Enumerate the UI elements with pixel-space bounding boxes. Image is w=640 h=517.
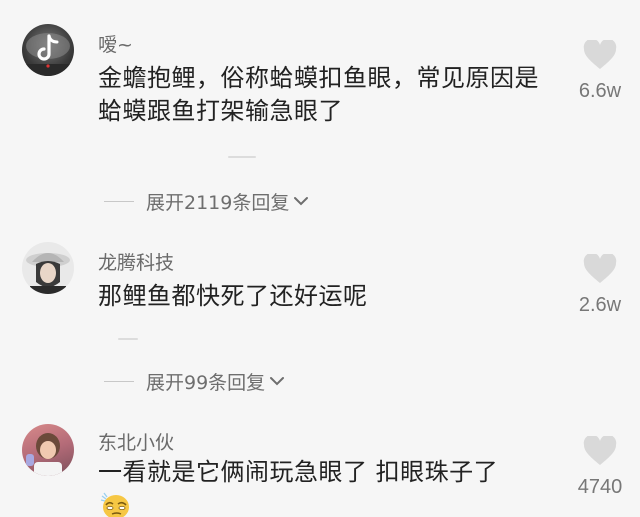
smirk-emoji-icon xyxy=(100,492,129,517)
comment-text: 一看就是它俩闹玩急眼了 扣眼珠子了 xyxy=(98,458,499,486)
expand-replies-label: 展开2119条回复 xyxy=(146,191,290,214)
reply-indent-line xyxy=(104,200,134,202)
expand-replies-label: 展开99条回复 xyxy=(146,371,266,394)
heart-icon xyxy=(583,254,617,283)
person-photo-icon xyxy=(26,433,62,476)
like-count: 2.6w xyxy=(578,294,622,316)
expand-replies-button[interactable]: 展开2119条回复 xyxy=(104,188,309,214)
user-avatar[interactable] xyxy=(22,424,74,476)
tiktok-logo-icon xyxy=(22,33,74,76)
heart-icon xyxy=(583,40,617,69)
chevron-down-icon xyxy=(294,197,309,206)
comment-username[interactable]: 东北小伙 xyxy=(98,428,174,455)
like-button[interactable]: 6.6w xyxy=(570,40,630,103)
comment-text: 金蟾抱鲤，俗称蛤蟆扣鱼眼，常见原因是蛤蟆跟鱼打架输急眼了 xyxy=(98,64,539,125)
user-avatar[interactable] xyxy=(22,242,74,294)
user-avatar[interactable] xyxy=(22,24,74,76)
heart-icon xyxy=(583,436,617,465)
like-button[interactable]: 2.6w xyxy=(570,254,630,317)
expand-replies-button[interactable]: 展开99条回复 xyxy=(104,368,285,394)
divider xyxy=(228,156,256,158)
comment-username[interactable]: 龙腾科技 xyxy=(98,248,174,275)
like-count: 6.6w xyxy=(578,80,622,102)
comment-username[interactable]: 嗳~ xyxy=(98,30,133,57)
reply-indent-line xyxy=(104,380,134,382)
like-count: 4740 xyxy=(577,476,623,498)
person-photo-icon xyxy=(26,253,70,294)
comment-text: 那鲤鱼都快死了还好运呢 xyxy=(98,282,368,310)
chevron-down-icon xyxy=(270,377,285,386)
like-button[interactable]: 4740 xyxy=(570,436,630,499)
divider xyxy=(118,338,138,340)
